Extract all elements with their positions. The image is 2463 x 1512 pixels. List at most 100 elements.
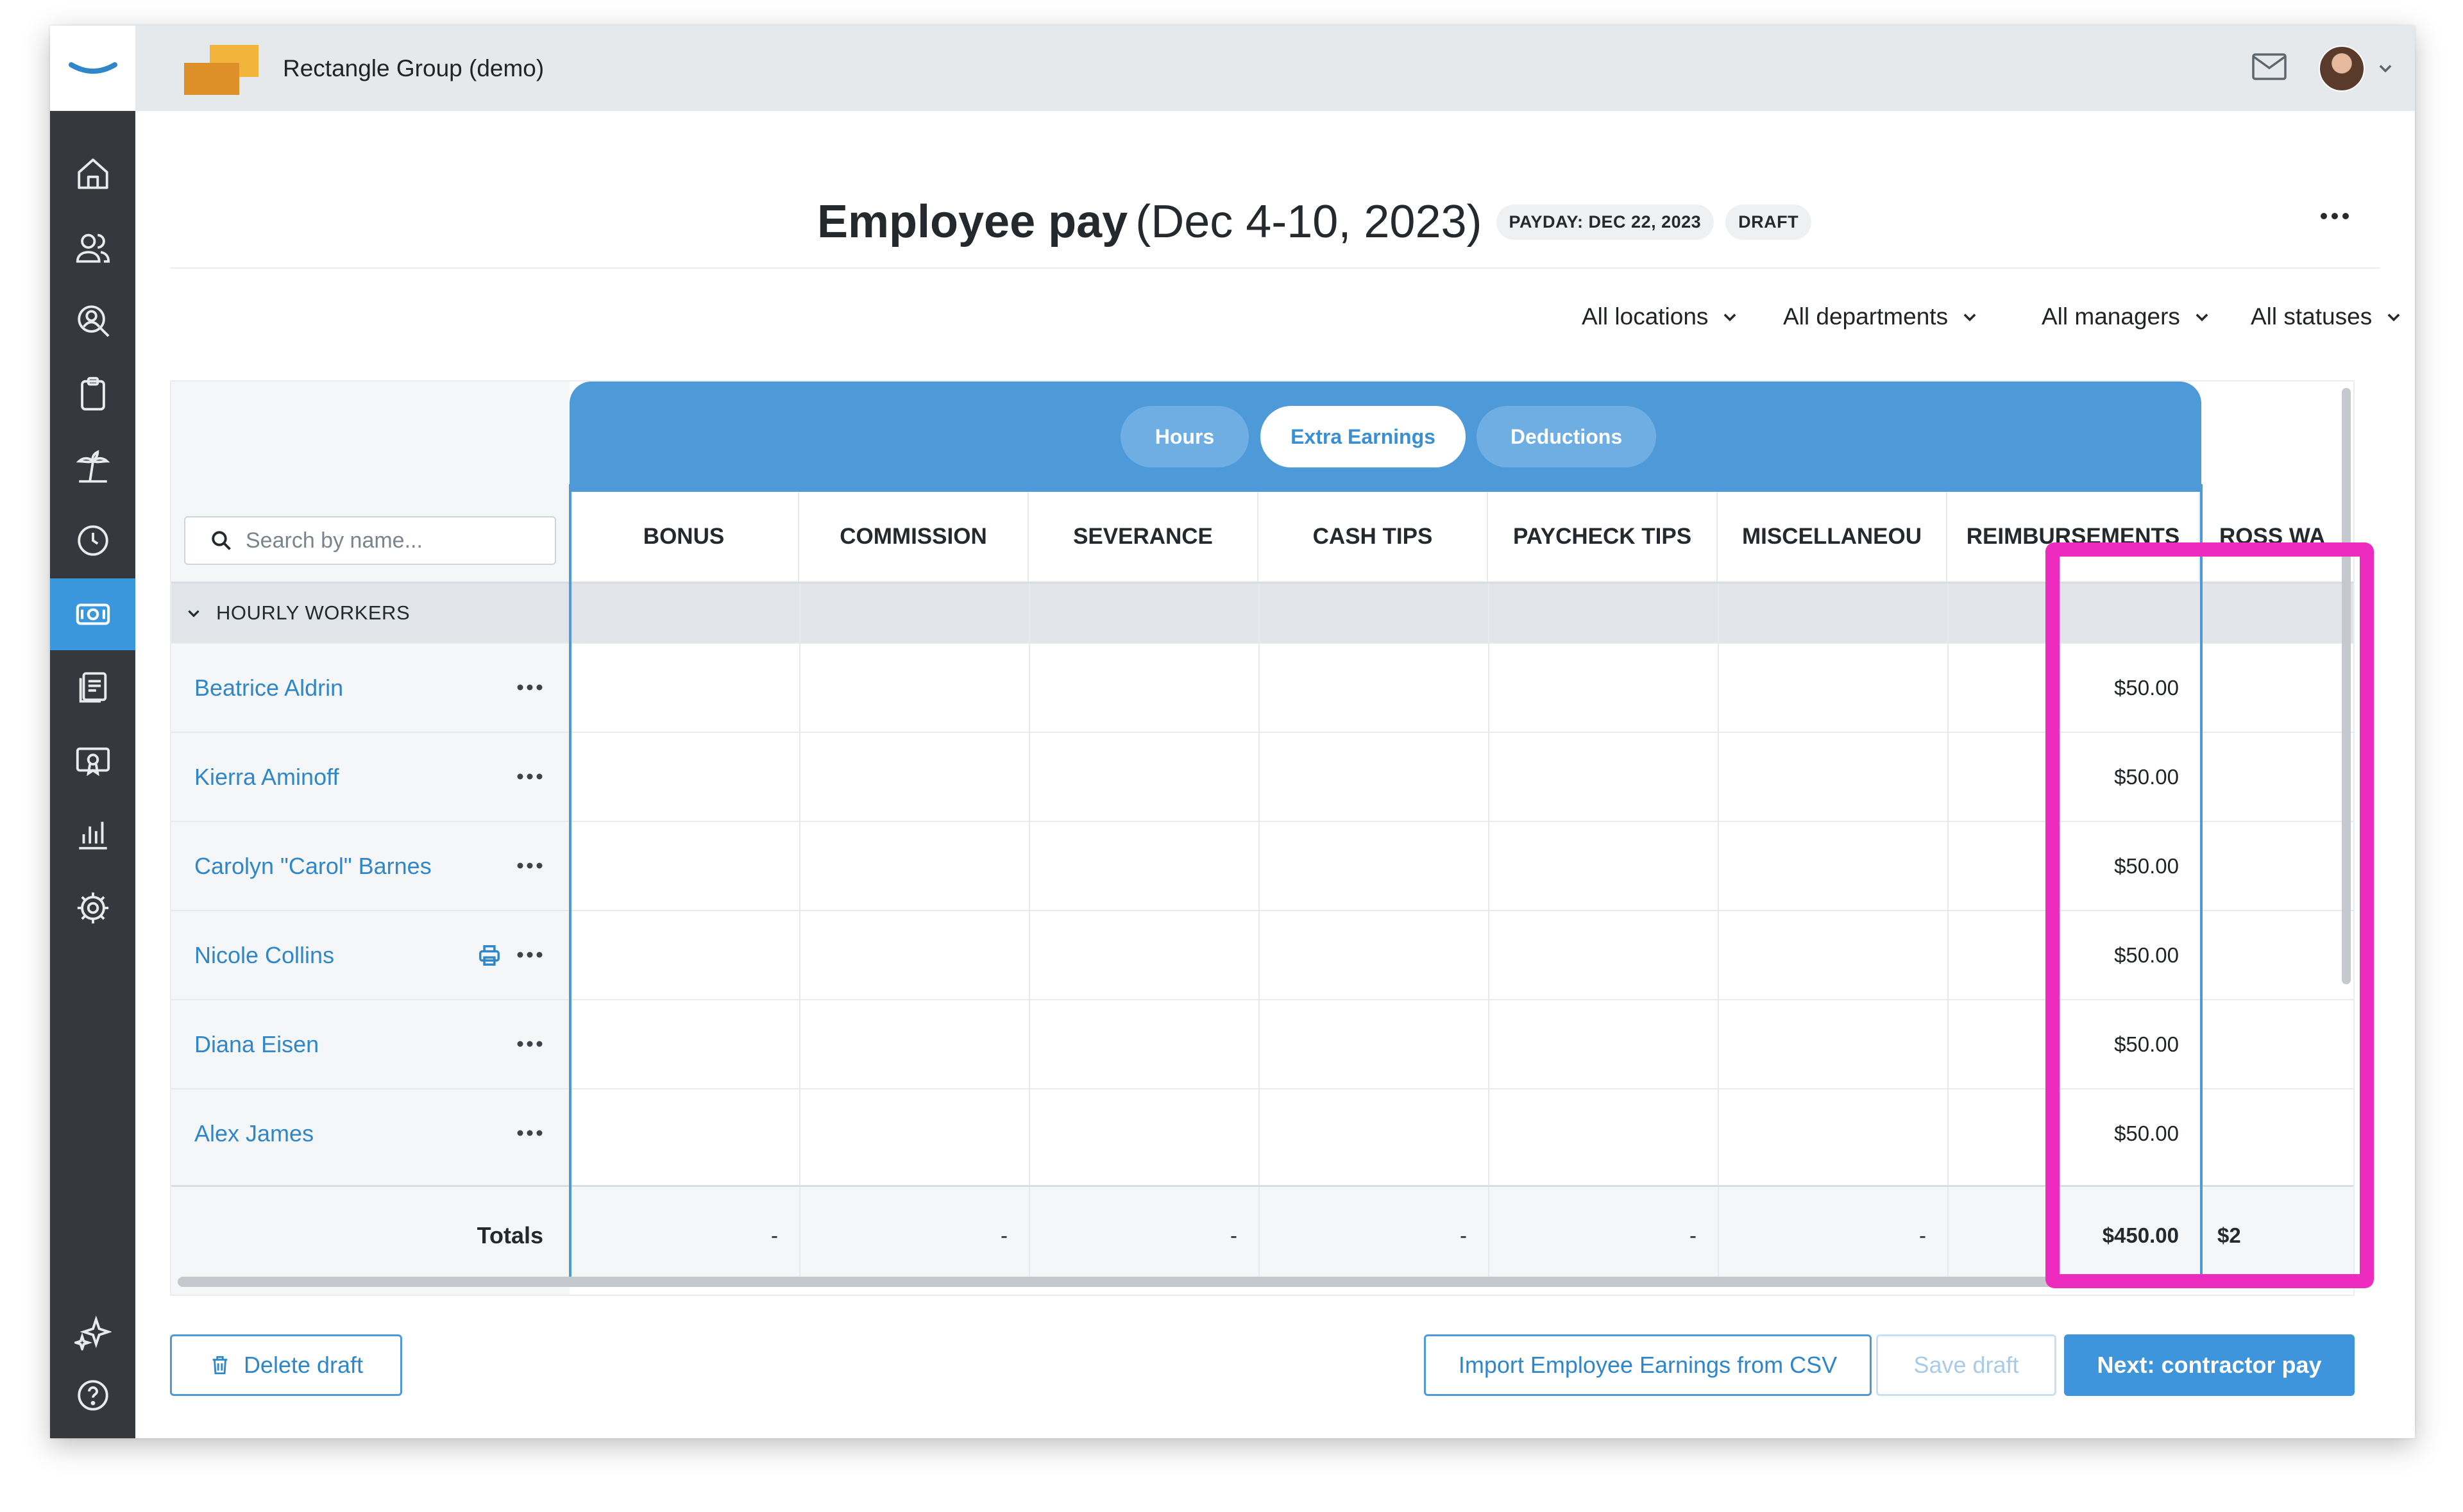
table-row: Nicole Collins $50.00 — [171, 910, 2353, 999]
org-logo-icon — [184, 45, 258, 95]
vertical-scrollbar[interactable] — [2342, 388, 2351, 984]
printer-icon[interactable] — [477, 943, 502, 968]
table-row: Kierra Aminoff $50.00 — [171, 732, 2353, 821]
status-badge: DRAFT — [1725, 204, 1812, 240]
total-reimbursements: $450.00 — [2102, 1223, 2179, 1247]
sparkle-icon — [74, 1315, 112, 1350]
pay-period: (Dec 4-10, 2023) — [1135, 196, 1482, 248]
filter-departments[interactable]: All departments — [1783, 303, 1979, 330]
table-row: Diana Eisen $50.00 — [171, 999, 2353, 1088]
employee-name[interactable]: Diana Eisen — [194, 1000, 319, 1088]
sidebar-item-payroll[interactable] — [50, 578, 135, 650]
row-more-icon[interactable] — [516, 1127, 544, 1139]
mail-icon[interactable] — [2251, 53, 2287, 81]
chevron-down-icon — [188, 610, 199, 617]
certificate-icon — [76, 747, 110, 777]
search-input[interactable] — [244, 527, 542, 554]
employee-name[interactable]: Beatrice Aldrin — [194, 644, 343, 732]
delete-draft-label: Delete draft — [243, 1352, 364, 1378]
search-icon — [212, 531, 231, 550]
tab-hours[interactable]: Hours — [1121, 406, 1249, 467]
tab-extra-earnings[interactable]: Extra Earnings — [1260, 406, 1466, 467]
people-icon — [76, 233, 110, 263]
filter-locations[interactable]: All locations — [1582, 303, 1739, 330]
row-more-icon[interactable] — [516, 770, 544, 783]
page-title: Employee pay — [817, 196, 1128, 248]
pay-table: Hours Extra Earnings Deductions BONUS CO… — [170, 380, 2355, 1296]
divider — [170, 267, 2380, 269]
sidebar-item-tasks[interactable] — [50, 358, 135, 430]
filter-managers[interactable]: All managers — [2042, 303, 2211, 330]
chevron-down-icon[interactable] — [2376, 59, 2394, 77]
next-contractor-pay-button[interactable]: Next: contractor pay — [2064, 1334, 2355, 1396]
chevron-down-icon — [1963, 314, 1976, 322]
reimbursement-cell[interactable]: $50.00 — [1951, 911, 2179, 999]
app-window: Rectangle Group (demo) Employee pay (Dec… — [50, 26, 2415, 1438]
sidebar-item-documents[interactable] — [50, 651, 135, 723]
row-more-icon[interactable] — [516, 859, 544, 872]
palm-tree-icon — [76, 449, 110, 483]
employee-name[interactable]: Alex James — [194, 1089, 314, 1177]
tab-deductions[interactable]: Deductions — [1477, 406, 1656, 467]
sidebar-item-time-off[interactable] — [50, 432, 135, 503]
reimbursement-cell[interactable]: $50.00 — [1951, 733, 2179, 821]
app-logo[interactable] — [50, 26, 135, 111]
total-severance: - — [1230, 1223, 1237, 1247]
employee-name[interactable]: Carolyn "Carol" Barnes — [194, 822, 432, 910]
column-headers: BONUS COMMISSION SEVERANCE CASH TIPS PAY… — [570, 492, 2353, 582]
total-bonus: - — [771, 1223, 778, 1247]
avatar[interactable] — [2319, 46, 2365, 92]
filter-locations-label: All locations — [1582, 303, 1709, 330]
org-name[interactable]: Rectangle Group (demo) — [283, 55, 544, 82]
reimbursement-cell[interactable]: $50.00 — [1951, 644, 2179, 732]
sidebar-item-settings[interactable] — [50, 872, 135, 944]
sidebar-item-ai[interactable] — [50, 1296, 135, 1368]
sidebar-item-help[interactable] — [50, 1359, 135, 1431]
chevron-down-icon — [2196, 314, 2208, 322]
chevron-down-icon — [2387, 314, 2400, 322]
table-row: Carolyn "Carol" Barnes $50.00 — [171, 821, 2353, 910]
sidebar-item-reports[interactable] — [50, 798, 135, 870]
more-options-icon[interactable] — [2319, 210, 2351, 223]
main-panel: Employee pay (Dec 4-10, 2023) PAYDAY: DE… — [135, 111, 2415, 1438]
clock-icon — [77, 525, 108, 556]
topbar: Rectangle Group (demo) — [135, 26, 2415, 111]
row-more-icon[interactable] — [516, 681, 544, 694]
save-draft-button[interactable]: Save draft — [1876, 1334, 2056, 1396]
reimbursement-cell[interactable]: $50.00 — [1951, 822, 2179, 910]
employee-name[interactable]: Nicole Collins — [194, 911, 334, 999]
filter-managers-label: All managers — [2042, 303, 2180, 330]
reimbursement-cell[interactable]: $50.00 — [1951, 1089, 2179, 1177]
trash-icon — [212, 1356, 228, 1375]
sidebar-item-home[interactable] — [50, 138, 135, 210]
row-more-icon[interactable] — [516, 948, 544, 961]
filter-departments-label: All departments — [1783, 303, 1949, 330]
total-cash-tips: - — [1460, 1223, 1467, 1247]
clipboard-icon — [80, 376, 105, 411]
total-paycheck-tips: - — [1689, 1223, 1697, 1247]
total-commission: - — [1001, 1223, 1008, 1247]
employee-name[interactable]: Kierra Aminoff — [194, 733, 339, 821]
delete-draft-button[interactable]: Delete draft — [170, 1334, 402, 1396]
reimbursement-cell[interactable]: $50.00 — [1951, 1000, 2179, 1088]
sidebar-item-hiring[interactable] — [50, 285, 135, 357]
import-csv-button[interactable]: Import Employee Earnings from CSV — [1424, 1334, 1872, 1396]
totals-row: Totals - - - - - - $450.00 $2 — [171, 1185, 2353, 1284]
sidebar-item-people[interactable] — [50, 212, 135, 283]
horizontal-scrollbar[interactable] — [178, 1277, 2228, 1287]
chevron-down-icon — [1724, 314, 1736, 322]
col-cash-tips: CASH TIPS — [1258, 492, 1488, 582]
sidebar-item-time-tracking[interactable] — [50, 505, 135, 576]
group-label: HOURLY WORKERS — [216, 601, 410, 624]
table-row: Beatrice Aldrin $50.00 — [171, 643, 2353, 732]
filter-statuses[interactable]: All statuses — [2251, 303, 2403, 330]
documents-icon — [79, 672, 106, 703]
col-commission: COMMISSION — [799, 492, 1029, 582]
col-reimbursements: REIMBURSEMENTS — [1947, 492, 2200, 582]
total-gross-wages: $2 — [2217, 1223, 2241, 1247]
payday-badge: PAYDAY: DEC 22, 2023 — [1496, 204, 1714, 240]
row-more-icon[interactable] — [516, 1037, 544, 1050]
totals-label: Totals — [477, 1222, 543, 1248]
sidebar-item-training[interactable] — [50, 725, 135, 797]
group-header-hourly[interactable]: HOURLY WORKERS — [171, 584, 2353, 643]
